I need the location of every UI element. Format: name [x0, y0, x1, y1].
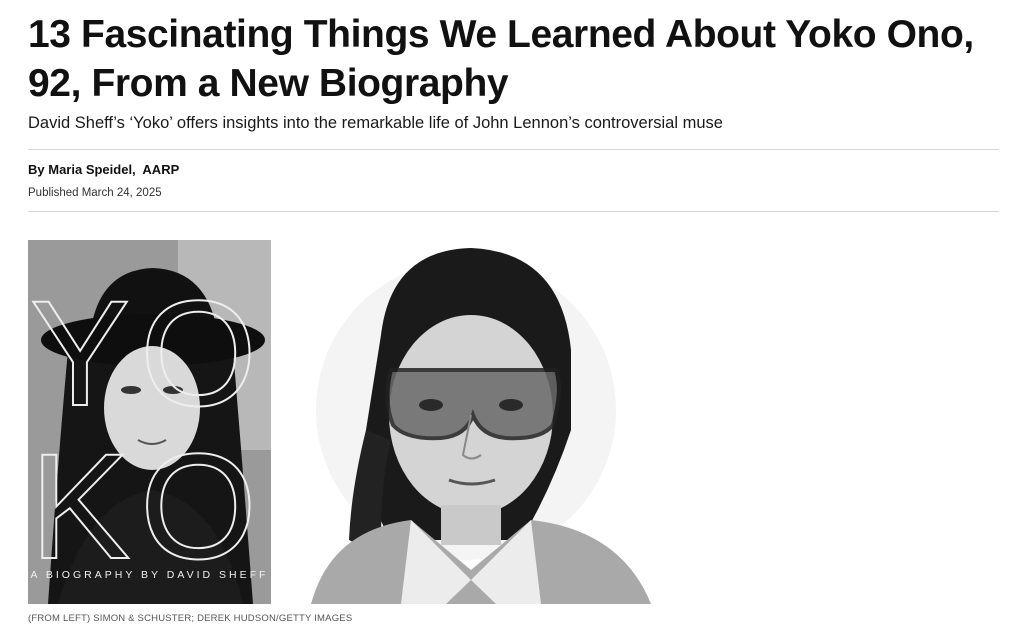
outlet-name: AARP: [142, 162, 180, 177]
cover-subtitle: A BIOGRAPHY BY DAVID SHEFF: [30, 569, 269, 581]
photo-credit-caption: (FROM LEFT) SIMON & SCHUSTER; DEREK HUDS…: [28, 613, 353, 624]
cover-letter-y: Y: [30, 269, 130, 437]
author-link[interactable]: Maria Speidel,: [48, 162, 135, 177]
portrait-illustration: [311, 248, 651, 604]
byline: By Maria Speidel, AARP: [28, 162, 179, 177]
cover-letter-o: O: [140, 269, 257, 437]
byline-prefix: By: [28, 162, 45, 177]
divider-top: [28, 149, 999, 150]
article-dek: David Sheff’s ‘Yoko’ offers insights int…: [28, 114, 723, 132]
cover-title-letters: Y O K O: [29, 268, 258, 591]
cover-letter-o2: O: [140, 422, 257, 590]
article-headline: 13 Fascinating Things We Learned About Y…: [28, 13, 974, 105]
cover-letter-k: K: [30, 422, 130, 590]
divider-bottom: [28, 211, 999, 212]
publish-date: Published March 24, 2025: [28, 187, 162, 199]
portrait-photo: [271, 240, 668, 604]
article-figure: Y O K O A BIOGRAPHY BY DAVID SHEFF: [28, 240, 668, 606]
book-cover-image: Y O K O A BIOGRAPHY BY DAVID SHEFF: [28, 240, 271, 604]
